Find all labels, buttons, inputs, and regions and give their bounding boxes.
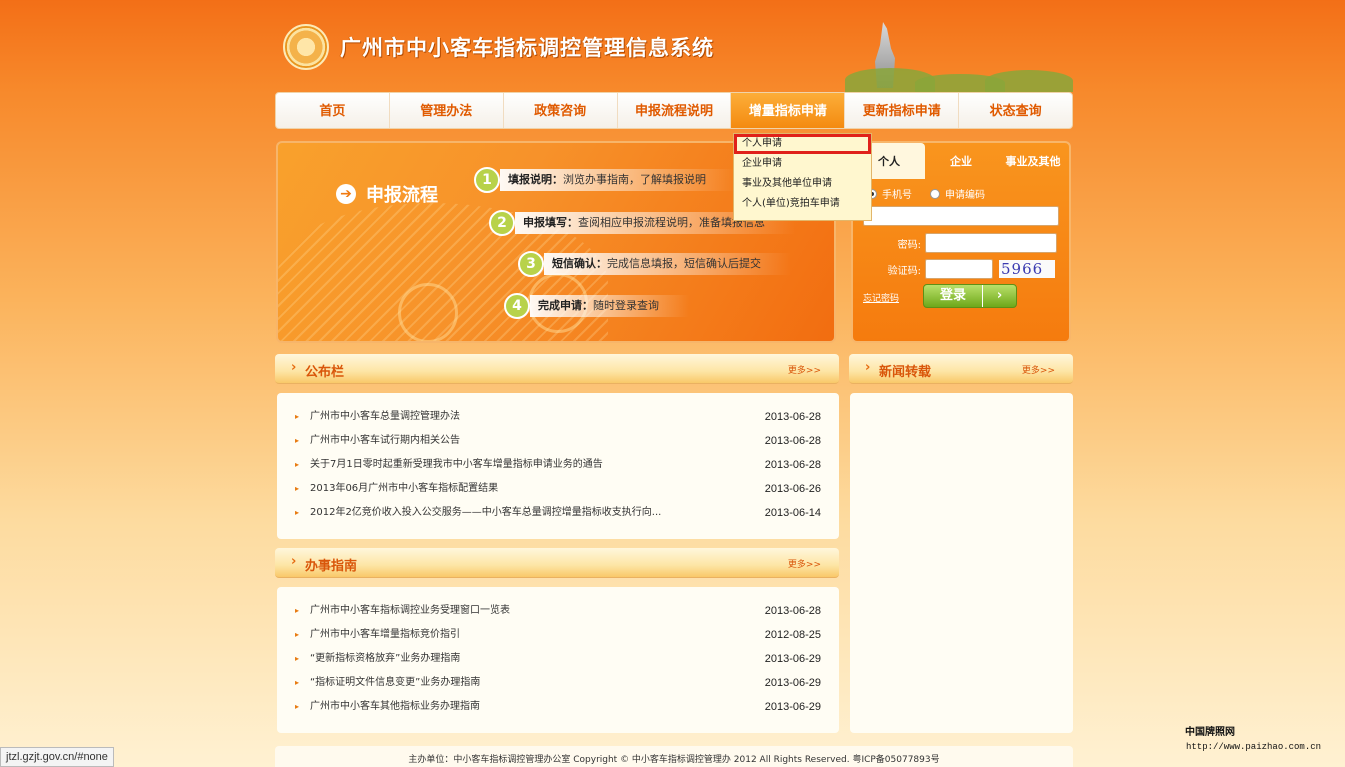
main-nav: 首页 管理办法 政策咨询 申报流程说明 增量指标申请 更新指标申请 状态查询 [275, 92, 1073, 129]
list-item[interactable]: ▸ 关于7月1日零时起重新受理我市中小客车增量指标申请业务的通告 2013-06-2… [295, 453, 821, 477]
chevron-right-icon: › [291, 360, 297, 375]
bullet-icon: ▸ [295, 412, 300, 421]
radio-apply-code[interactable]: 申请编码 [930, 186, 985, 201]
list-item[interactable]: ▸ 2012年2亿竞价收入投入公交服务——中小客车总量调控增量指标收支执行向...… [295, 501, 821, 525]
bullet-icon: ▸ [295, 606, 300, 615]
bullet-icon: ▸ [295, 630, 300, 639]
login-button[interactable]: 登录 › [923, 284, 1017, 308]
process-step-1: 1 填报说明：浏览办事指南，了解填报说明 [474, 167, 736, 193]
newsfeed-more-link[interactable]: 更多>> [1022, 363, 1055, 376]
arrow-right-icon: › [982, 285, 1016, 307]
newsfeed-header: › 新闻转载 更多>> [849, 354, 1073, 384]
process-step-4: 4 完成申请：随时登录查询 [504, 293, 689, 319]
tab-institution[interactable]: 事业及其他 [997, 143, 1069, 179]
bulletin-list: ▸ 广州市中小客车总量调控管理办法 2013-06-28 ▸ 广州市中小客车试行期内相… [277, 393, 839, 525]
account-input[interactable] [863, 206, 1059, 226]
login-type-radios: 手机号 申请编码 [867, 186, 985, 201]
nav-item-status[interactable]: 状态查询 [959, 93, 1072, 128]
nav-item-renew-apply[interactable]: 更新指标申请 [845, 93, 960, 128]
nav-item-home[interactable]: 首页 [276, 93, 390, 128]
goat-statue-icon [845, 22, 1073, 92]
banner-title: ➔ 申报流程 [336, 181, 438, 207]
wheel-icon [398, 283, 458, 341]
captcha-image[interactable]: 5966 [999, 260, 1055, 278]
watermark-url: http://www.paizhao.com.cn [1186, 742, 1322, 752]
process-step-3: 3 短信确认：完成信息填报，短信确认后提交 [518, 251, 791, 277]
city-emblem-icon [283, 24, 329, 70]
menu-item-auction-apply[interactable]: 个人(单位)竞拍车申请 [734, 194, 871, 214]
site-title: 广州市中小客车指标调控管理信息系统 [340, 35, 714, 60]
bulletin-more-link[interactable]: 更多>> [788, 363, 821, 376]
password-label: 密码: [897, 239, 921, 251]
arrow-right-icon: ➔ [336, 184, 356, 204]
newsfeed-body [850, 393, 1073, 733]
list-item[interactable]: ▸ “更新指标资格放弃”业务办理指南 2013-06-29 [295, 647, 821, 671]
chevron-right-icon: › [865, 360, 871, 375]
bullet-icon: ▸ [295, 654, 300, 663]
list-item[interactable]: ▸ 2013年06月广州市中小客车指标配置结果 2013-06-26 [295, 477, 821, 501]
list-item[interactable]: ▸ “指标证明文件信息变更”业务办理指南 2013-06-29 [295, 671, 821, 695]
captcha-label: 验证码: [887, 265, 921, 277]
guide-more-link[interactable]: 更多>> [788, 557, 821, 570]
bullet-icon: ▸ [295, 508, 300, 517]
account-row [853, 206, 1069, 226]
site-footer: 主办单位：中小客车指标调控管理办公室 Copyright © 中小客车指标调控管… [275, 746, 1073, 767]
bulletin-title: 公布栏 [305, 365, 345, 380]
bulletin-header: › 公布栏 更多>> [275, 354, 839, 384]
bullet-icon: ▸ [295, 436, 300, 445]
bulletin-body: ▸ 广州市中小客车总量调控管理办法 2013-06-28 ▸ 广州市中小客车试行期内相… [277, 393, 839, 539]
password-row: 密码: [853, 233, 1069, 253]
browser-status-bar: jtzl.gzjt.gov.cn/#none [0, 747, 114, 767]
increment-apply-dropdown: 个人申请 企业申请 事业及其他单位申请 个人(单位)竞拍车申请 [733, 133, 872, 221]
login-tabs: 个人 企业 事业及其他 [853, 143, 1069, 179]
guide-title: 办事指南 [305, 559, 358, 574]
guide-body: ▸ 广州市中小客车指标调控业务受理窗口一览表 2013-06-28 ▸ 广州市中小客车… [277, 587, 839, 733]
list-item[interactable]: ▸ 广州市中小客车指标调控业务受理窗口一览表 2013-06-28 [295, 599, 821, 623]
captcha-input[interactable] [925, 259, 993, 279]
forgot-password-link[interactable]: 忘记密码 [863, 291, 899, 304]
bullet-icon: ▸ [295, 678, 300, 687]
list-item[interactable]: ▸ 广州市中小客车其他指标业务办理指南 2013-06-29 [295, 695, 821, 719]
nav-item-process[interactable]: 申报流程说明 [618, 93, 732, 128]
chevron-right-icon: › [291, 554, 297, 569]
list-item[interactable]: ▸ 广州市中小客车总量调控管理办法 2013-06-28 [295, 405, 821, 429]
radio-button-icon [930, 189, 940, 199]
guide-list: ▸ 广州市中小客车指标调控业务受理窗口一览表 2013-06-28 ▸ 广州市中小客车… [277, 587, 839, 719]
login-panel: 个人 企业 事业及其他 手机号 申请编码 密码: 验证码: 5966 忘记密码 … [851, 141, 1071, 343]
list-item[interactable]: ▸ 广州市中小客车增量指标竞价指引 2012-08-25 [295, 623, 821, 647]
menu-item-enterprise-apply[interactable]: 企业申请 [734, 154, 871, 174]
site-header: 广州市中小客车指标调控管理信息系统 [283, 22, 1073, 92]
tab-enterprise[interactable]: 企业 [925, 143, 997, 179]
menu-item-personal-apply[interactable]: 个人申请 [734, 134, 871, 154]
radio-phone[interactable]: 手机号 [867, 186, 912, 201]
bullet-icon: ▸ [295, 460, 300, 469]
list-item[interactable]: ▸ 广州市中小客车试行期内相关公告 2013-06-28 [295, 429, 821, 453]
nav-item-regulations[interactable]: 管理办法 [390, 93, 504, 128]
captcha-row: 验证码: 5966 [853, 259, 1069, 279]
password-input[interactable] [925, 233, 1057, 253]
bullet-icon: ▸ [295, 484, 300, 493]
watermark-text: 中国牌照网 [1185, 727, 1235, 738]
guide-header: › 办事指南 更多>> [275, 548, 839, 578]
newsfeed-title: 新闻转载 [879, 365, 932, 380]
menu-item-institution-apply[interactable]: 事业及其他单位申请 [734, 174, 871, 194]
nav-item-policy[interactable]: 政策咨询 [504, 93, 618, 128]
bullet-icon: ▸ [295, 702, 300, 711]
nav-item-increment-apply[interactable]: 增量指标申请 [731, 93, 846, 128]
